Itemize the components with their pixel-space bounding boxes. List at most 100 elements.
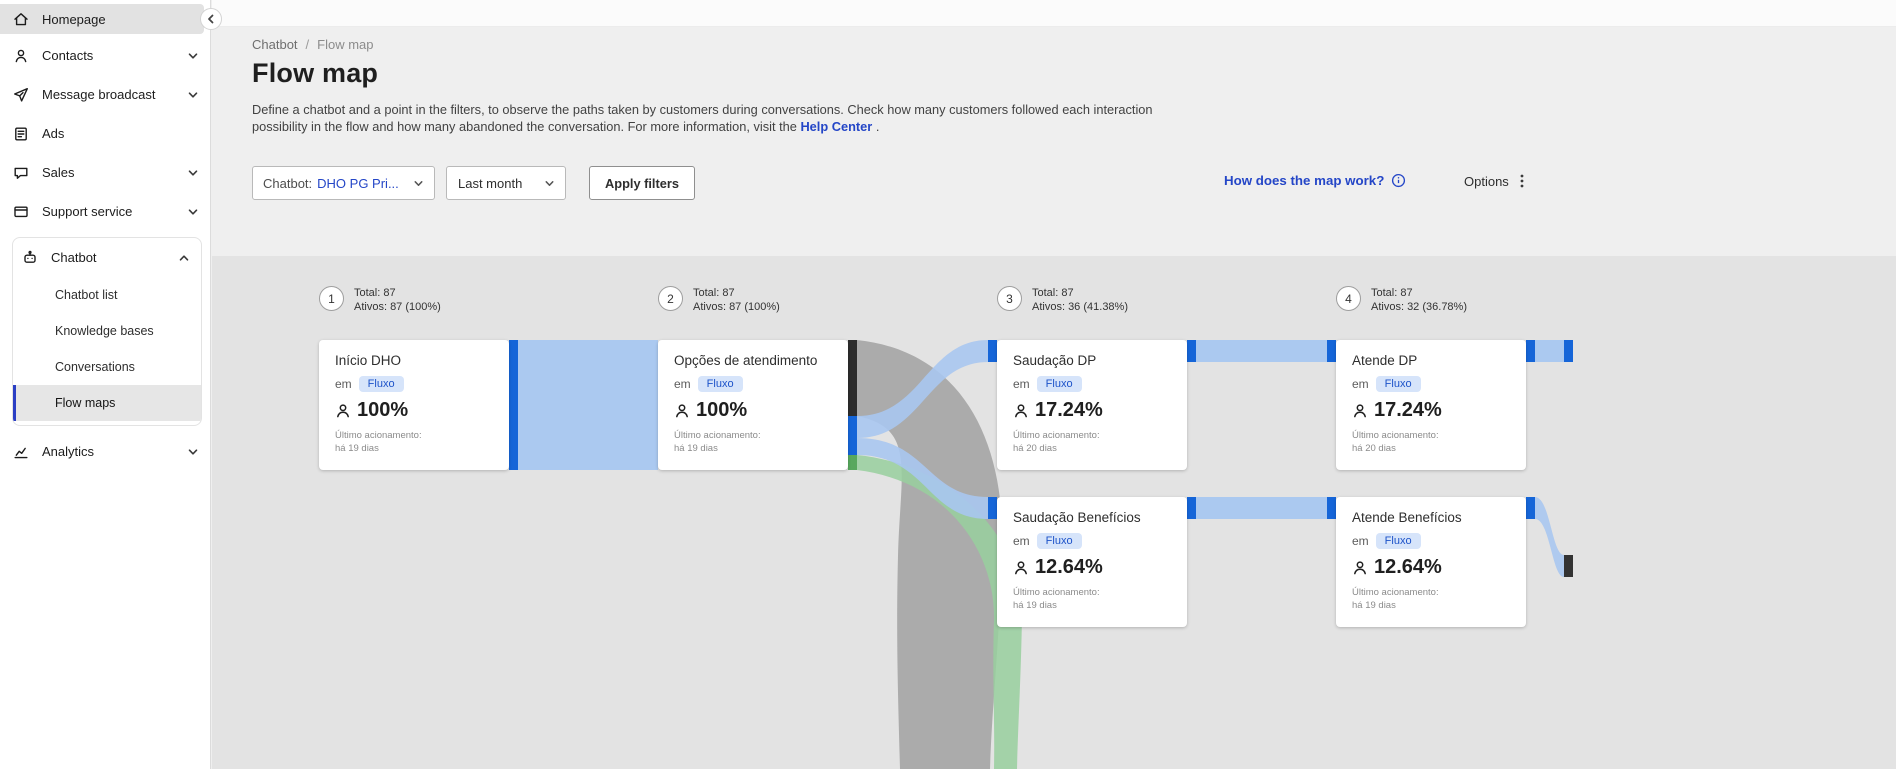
home-icon <box>12 10 30 28</box>
sidebar-collapse-button[interactable] <box>200 8 222 30</box>
last-trigger-label: Último acionamento: <box>674 430 761 441</box>
sidebar-item-label: Message broadcast <box>42 87 156 102</box>
flow-card-em-label: em <box>674 377 691 391</box>
sidebar-item-label: Ads <box>42 126 65 141</box>
flow-column-header-3: 3 Total: 87 Ativos: 36 (41.38%) <box>997 286 1128 314</box>
fluxo-badge: Fluxo <box>697 376 743 392</box>
sidebar-item-homepage[interactable]: Homepage <box>0 4 204 34</box>
last-trigger-value: há 20 dias <box>1352 443 1396 454</box>
column-actives: Ativos: 32 (36.78%) <box>1371 301 1467 313</box>
flow-card-percent: 17.24% <box>1374 399 1442 421</box>
sidebar-subitem-label: Conversations <box>55 360 135 374</box>
column-number-badge: 2 <box>658 286 683 311</box>
sidebar-subitem-flow-maps[interactable]: Flow maps <box>13 385 201 421</box>
sidebar-item-label: Support service <box>42 204 133 219</box>
sidebar-item-sales[interactable]: Sales <box>0 153 210 192</box>
chevron-down-icon[interactable] <box>186 88 200 102</box>
options-label: Options <box>1464 173 1509 189</box>
column-number-badge: 3 <box>997 286 1022 311</box>
analytics-chart-icon <box>12 443 30 461</box>
last-trigger-value: há 19 dias <box>335 443 379 454</box>
flow-card-inicio-dho[interactable]: Início DHO em Fluxo 100% Último acioname… <box>319 340 509 470</box>
person-icon <box>676 403 688 417</box>
sidebar-item-chatbot[interactable]: Chatbot <box>13 238 201 277</box>
fluxo-badge: Fluxo <box>1375 376 1421 392</box>
contacts-icon <box>12 47 30 65</box>
last-trigger-label: Último acionamento: <box>1352 587 1439 598</box>
chevron-down-icon[interactable] <box>186 445 200 459</box>
flow-card-title: Saudação DP <box>1013 353 1097 368</box>
options-menu[interactable]: Options <box>1464 173 1529 189</box>
last-trigger-value: há 19 dias <box>674 443 718 454</box>
period-select-value: Last month <box>458 175 523 191</box>
sidebar-subitem-label: Chatbot list <box>55 288 118 302</box>
sidebar-subitem-conversations[interactable]: Conversations <box>13 349 201 385</box>
flow-card-opcoes-de-atendimento[interactable]: Opções de atendimento em Fluxo 100% Últi… <box>658 340 848 470</box>
flow-card-em-label: em <box>335 377 352 391</box>
breadcrumb: Chatbot / Flow map <box>252 37 374 52</box>
chevron-down-icon[interactable] <box>186 166 200 180</box>
person-icon <box>337 403 349 417</box>
top-strip <box>212 0 1896 27</box>
flow-card-title: Opções de atendimento <box>674 353 818 368</box>
flow-map-area: 1 Total: 87 Ativos: 87 (100%) 2 Total: 8… <box>212 256 1896 769</box>
apply-filters-button[interactable]: Apply filters <box>589 166 695 200</box>
main-content: Chatbot / Flow map Flow map Define a cha… <box>212 0 1896 769</box>
column-number-badge: 1 <box>319 286 344 311</box>
sidebar-item-label: Homepage <box>42 11 106 27</box>
chevron-up-icon[interactable] <box>177 251 191 265</box>
person-icon <box>1354 560 1366 574</box>
chatbot-select-label: Chatbot: <box>263 175 313 191</box>
flow-card-percent: 100% <box>357 399 409 421</box>
fluxo-badge: Fluxo <box>1375 533 1421 549</box>
person-icon <box>1015 560 1027 574</box>
sidebar-item-analytics[interactable]: Analytics <box>0 432 210 471</box>
fluxo-badge: Fluxo <box>1036 376 1082 392</box>
sidebar-item-contacts[interactable]: Contacts <box>0 36 210 75</box>
help-center-link[interactable]: Help Center <box>800 119 872 134</box>
sidebar-item-message-broadcast[interactable]: Message broadcast <box>0 75 210 114</box>
map-help-label: How does the map work? <box>1224 173 1385 188</box>
flow-column-header-1: 1 Total: 87 Ativos: 87 (100%) <box>319 286 441 314</box>
last-trigger-value: há 19 dias <box>1013 600 1057 611</box>
chatbot-select[interactable]: Chatbot: DHO PG Pri... <box>252 166 435 200</box>
column-total: Total: 87 <box>693 287 735 299</box>
column-actives: Ativos: 87 (100%) <box>693 301 780 313</box>
sidebar-item-support-service[interactable]: Support service <box>0 192 210 231</box>
robot-icon <box>21 249 39 267</box>
flow-card-atende-dp[interactable]: Atende DP em Fluxo 17.24% Último acionam… <box>1336 340 1526 470</box>
flow-card-percent: 17.24% <box>1035 399 1103 421</box>
sidebar-subitem-knowledge-bases[interactable]: Knowledge bases <box>13 313 201 349</box>
sidebar-subitem-chatbot-list[interactable]: Chatbot list <box>13 277 201 313</box>
ads-icon <box>12 125 30 143</box>
chatbot-select-value: DHO PG Pri... <box>317 175 399 191</box>
send-icon <box>12 86 30 104</box>
flow-card-saudacao-dp[interactable]: Saudação DP em Fluxo 17.24% Último acion… <box>997 340 1187 470</box>
column-actives: Ativos: 36 (41.38%) <box>1032 301 1128 313</box>
flow-card-saudacao-beneficios[interactable]: Saudação Benefícios em Fluxo 12.64% Últi… <box>997 497 1187 627</box>
flow-card-title: Atende DP <box>1352 353 1418 368</box>
chevron-down-icon[interactable] <box>186 49 200 63</box>
person-icon <box>1354 403 1366 417</box>
chevron-left-icon <box>208 14 214 24</box>
flow-card-em-label: em <box>1352 534 1369 548</box>
breadcrumb-chatbot[interactable]: Chatbot <box>252 37 298 52</box>
chevron-down-icon[interactable] <box>186 205 200 219</box>
column-total: Total: 87 <box>354 287 396 299</box>
last-trigger-value: há 20 dias <box>1013 443 1057 454</box>
flow-card-percent: 12.64% <box>1035 556 1103 578</box>
map-help-link[interactable]: How does the map work? <box>1224 173 1406 188</box>
page-description: Define a chatbot and a point in the filt… <box>252 101 1157 135</box>
column-total: Total: 87 <box>1371 287 1413 299</box>
page-description-text: Define a chatbot and a point in the filt… <box>252 102 1153 134</box>
period-select[interactable]: Last month <box>446 166 566 200</box>
flow-card-atende-beneficios[interactable]: Atende Benefícios em Fluxo 12.64% Último… <box>1336 497 1526 627</box>
flow-card-em-label: em <box>1013 377 1030 391</box>
support-window-icon <box>12 203 30 221</box>
sidebar-item-label: Chatbot <box>51 250 97 265</box>
sidebar-subitem-label: Knowledge bases <box>55 324 154 338</box>
sidebar-item-ads[interactable]: Ads <box>0 114 210 153</box>
last-trigger-value: há 19 dias <box>1352 600 1396 611</box>
chevron-down-icon <box>543 177 565 190</box>
sidebar-item-label: Analytics <box>42 444 95 459</box>
